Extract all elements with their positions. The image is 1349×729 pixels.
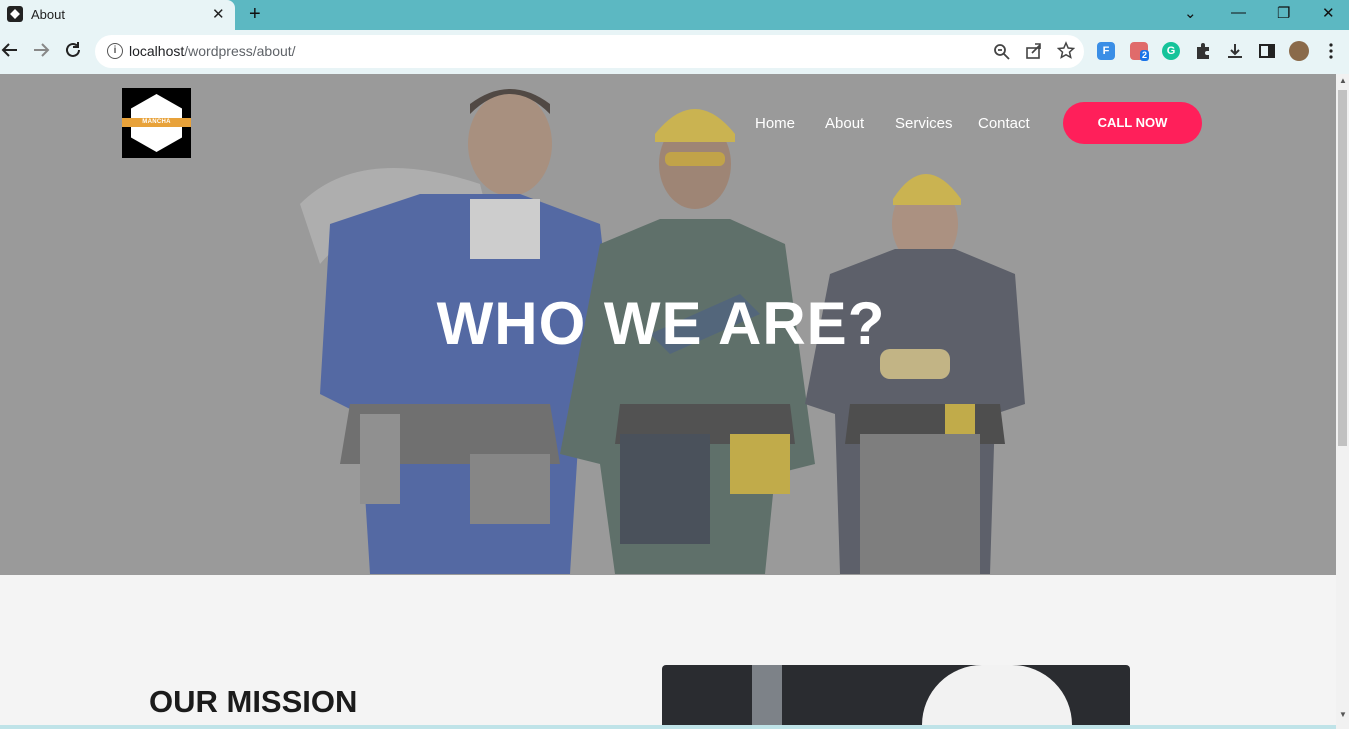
site-logo[interactable]: MANCHA ELECTRICIAN	[122, 88, 191, 158]
tab-bar: About ✕ + ⌄ — ❐ ✕	[0, 0, 1349, 30]
download-icon[interactable]	[1226, 42, 1244, 66]
bottom-strip	[0, 725, 1336, 729]
info-icon[interactable]: i	[107, 43, 123, 59]
extension-f-icon[interactable]: F	[1097, 42, 1115, 60]
grammarly-icon[interactable]: G	[1162, 42, 1180, 60]
nav-about[interactable]: About	[825, 115, 864, 132]
favicon-icon	[7, 6, 23, 22]
mission-photo	[662, 665, 1130, 729]
nav-contact[interactable]: Contact	[978, 115, 1030, 132]
call-now-button[interactable]: CALL NOW	[1063, 102, 1202, 144]
photo-pole	[752, 665, 782, 729]
window-close-icon[interactable]: ✕	[1322, 4, 1335, 22]
zoom-icon[interactable]	[993, 41, 1011, 66]
url-host: localhost	[129, 43, 185, 59]
extension-badge-icon[interactable]: 2	[1130, 42, 1150, 61]
sidepanel-icon[interactable]	[1258, 42, 1276, 66]
scroll-up-icon[interactable]: ▲	[1339, 76, 1347, 85]
tab-title: About	[31, 7, 65, 22]
back-icon[interactable]	[0, 40, 20, 66]
tab-search-icon[interactable]: ⌄	[1184, 4, 1197, 22]
tab-about[interactable]: About ✕	[0, 0, 235, 30]
menu-icon[interactable]	[1326, 42, 1336, 66]
web-page: MANCHA ELECTRICIAN Home About Services C…	[0, 74, 1336, 729]
minimize-icon[interactable]: —	[1231, 4, 1246, 21]
nav-home[interactable]: Home	[755, 115, 795, 132]
url-path: /wordpress/about/	[184, 43, 296, 59]
profile-icon[interactable]	[1289, 41, 1309, 61]
nav-services[interactable]: Services	[895, 115, 953, 132]
reload-icon[interactable]	[63, 40, 83, 66]
logo-text: MANCHA ELECTRICIAN	[122, 118, 191, 134]
browser-toolbar: i localhost/wordpress/about/ F 2 G	[0, 30, 1349, 74]
share-icon[interactable]	[1025, 41, 1043, 66]
address-bar[interactable]: i localhost/wordpress/about/	[95, 35, 1084, 68]
new-tab-icon[interactable]: +	[249, 3, 261, 26]
hero-section: MANCHA ELECTRICIAN Home About Services C…	[0, 74, 1336, 575]
forward-icon[interactable]	[31, 40, 51, 66]
mission-title: OUR MISSION	[149, 684, 358, 719]
photo-helmet	[922, 665, 1072, 725]
url-text[interactable]: localhost/wordpress/about/	[129, 43, 296, 59]
extensions-icon[interactable]	[1194, 42, 1212, 66]
scroll-thumb[interactable]	[1338, 90, 1347, 446]
hero-title: WHO WE ARE?	[436, 290, 886, 357]
page-scrollbar[interactable]: ▲ ▼	[1336, 74, 1349, 729]
restore-icon[interactable]: ❐	[1277, 4, 1290, 22]
scroll-down-icon[interactable]: ▼	[1339, 710, 1347, 719]
star-icon[interactable]	[1056, 41, 1076, 66]
extension-badge: 2	[1140, 50, 1150, 61]
tab-close-icon[interactable]: ✕	[212, 5, 225, 23]
